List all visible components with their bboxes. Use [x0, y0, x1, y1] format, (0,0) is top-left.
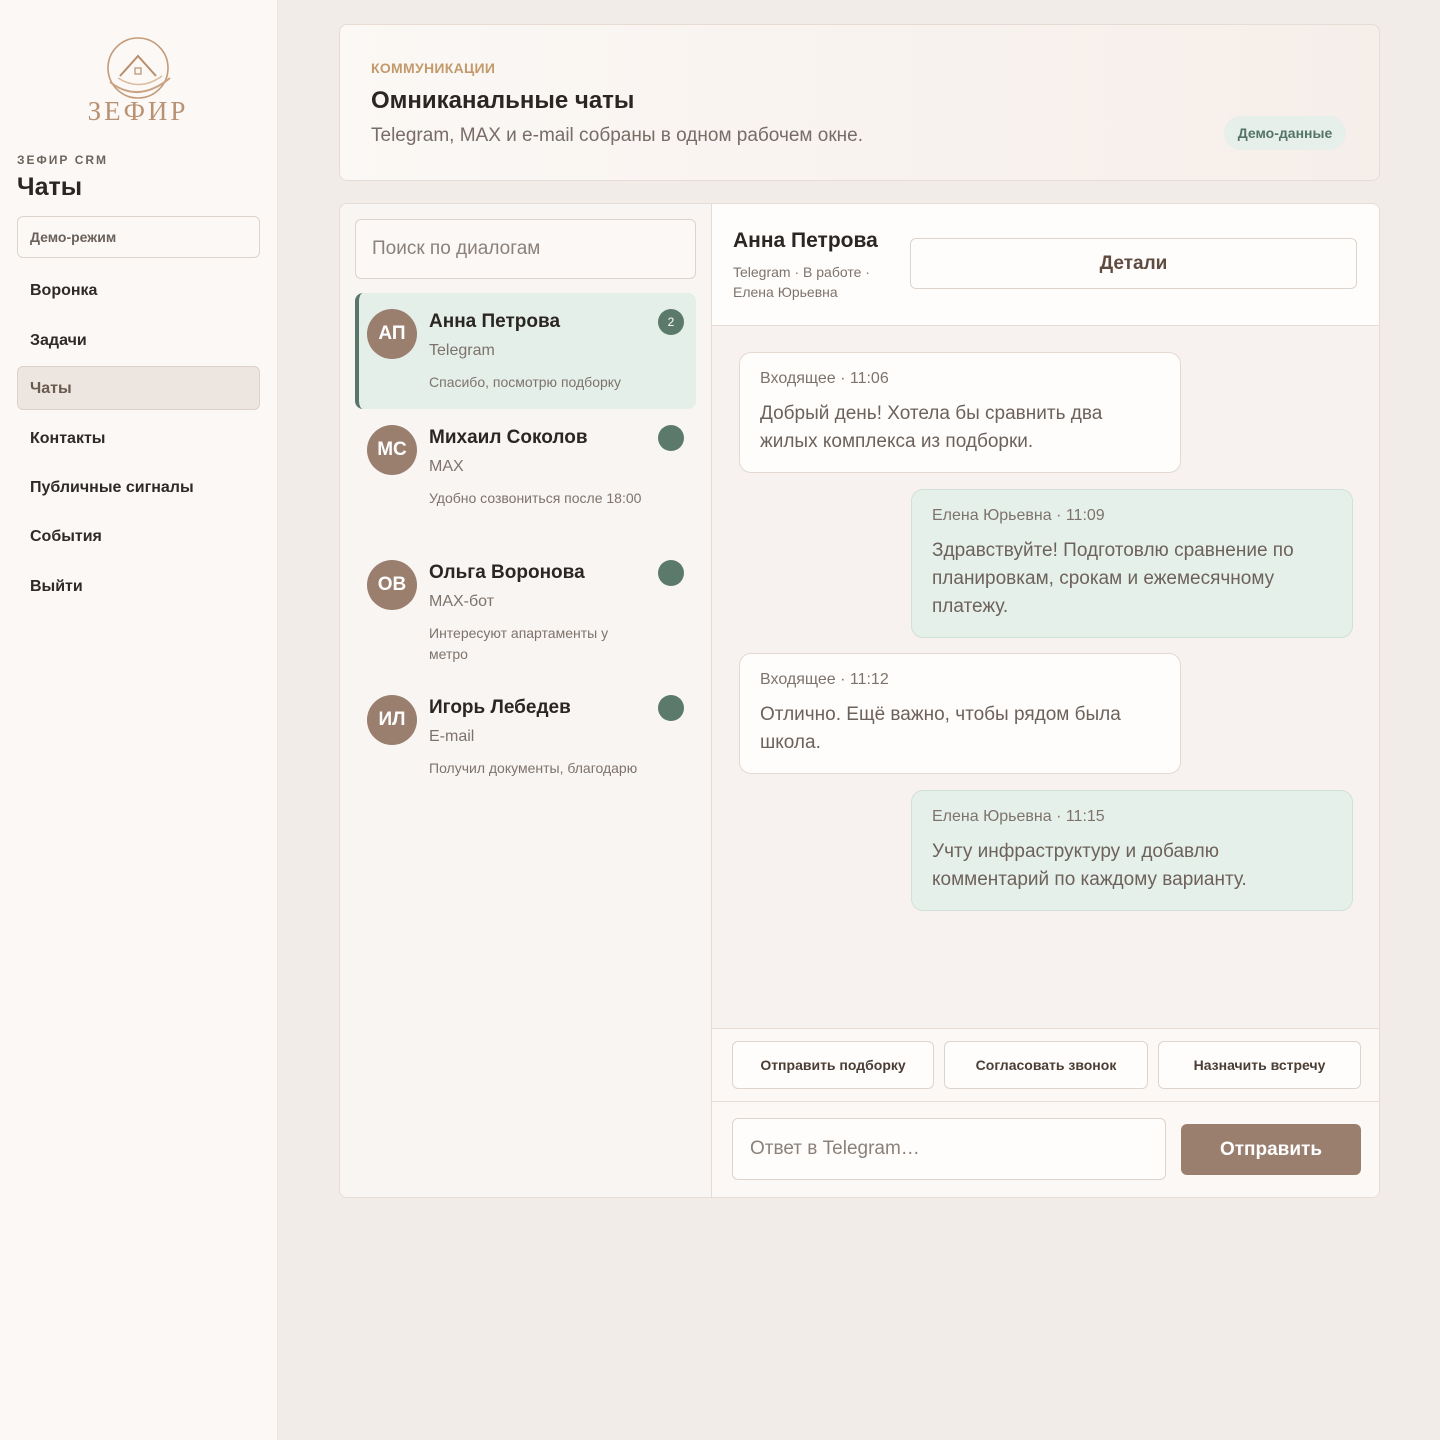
status-dot-icon [658, 560, 684, 586]
dialog-search-input[interactable] [355, 219, 696, 279]
dialog-item-igor[interactable]: ИЛ Игорь Лебедев E-mail Получил документ… [355, 679, 696, 795]
dialog-channel: MAX-бот [429, 593, 495, 610]
message-text: Отлично. Ещё важно, чтобы рядом была шко… [760, 704, 1121, 753]
sidebar-title: Чаты [17, 173, 83, 201]
nav-item-funnel[interactable]: Воронка [17, 268, 260, 312]
message-outgoing: Елена Юрьевна · 11:09 Здравствуйте! Подг… [911, 489, 1353, 638]
dialog-name: Игорь Лебедев [429, 697, 571, 718]
message-meta: Елена Юрьевна · 11:15 [932, 808, 1105, 825]
dialog-channel: MAX [429, 458, 464, 475]
demo-mode-field[interactable]: Демо-режим [17, 216, 260, 258]
message-list: Входящее · 11:06 Добрый день! Хотела бы … [712, 326, 1379, 1028]
dialog-list-pane: АП Анна Петрова Telegram Спасибо, посмот… [340, 204, 712, 1197]
message-text: Здравствуйте! Подготовлю сравнение по пл… [932, 540, 1294, 617]
status-dot-icon [658, 695, 684, 721]
message-outgoing: Елена Юрьевна · 11:15 Учту инфраструктур… [911, 790, 1353, 911]
unread-count-badge: 2 [658, 309, 684, 335]
dialog-item-mikhail[interactable]: МС Михаил Соколов MAX Удобно созвониться… [355, 409, 696, 525]
conversation-meta: Telegram · В работе · Елена Юрьевна [733, 264, 870, 300]
nav-item-public-signals[interactable]: Публичные сигналы [17, 465, 260, 509]
house-logo-icon [107, 37, 171, 99]
brand-label: ЗЕФИР CRM [17, 153, 109, 167]
nav-item-chats[interactable]: Чаты [17, 366, 260, 410]
quick-replies-bar: Отправить подборку Согласовать звонок На… [712, 1028, 1379, 1102]
dialog-item-olga[interactable]: ОВ Ольга Воронова MAX-бот Интересуют апа… [355, 544, 696, 662]
section-eyebrow: КОММУНИКАЦИИ [371, 60, 496, 76]
message-meta: Входящее · 11:06 [760, 370, 889, 387]
dialog-channel: Telegram [429, 342, 495, 359]
nav-item-events[interactable]: События [17, 514, 260, 558]
send-button[interactable]: Отправить [1181, 1124, 1361, 1175]
conversation-contact-name: Анна Петрова [733, 229, 878, 252]
sidebar: ЗЕФИР ЗЕФИР CRM Чаты Демо-режим Воронка … [0, 0, 278, 1440]
demo-data-badge: Демо-данные [1224, 116, 1346, 150]
dialog-preview: Удобно созвониться после 18:00 [429, 490, 642, 506]
reply-composer: Отправить [712, 1102, 1379, 1197]
dialog-name: Михаил Соколов [429, 427, 588, 448]
message-text: Добрый день! Хотела бы сравнить два жилы… [760, 403, 1103, 452]
dialog-preview: Интересуют апартаменты у метро [429, 625, 609, 662]
logo-text: ЗЕФИР [87, 96, 189, 126]
avatar: МС [367, 425, 417, 475]
avatar: ИЛ [367, 695, 417, 745]
send-selection-button[interactable]: Отправить подборку [732, 1041, 934, 1089]
nav-item-contacts[interactable]: Контакты [17, 416, 260, 460]
dialog-item-anna[interactable]: АП Анна Петрова Telegram Спасибо, посмот… [355, 293, 696, 409]
dialog-preview: Спасибо, посмотрю подборку [429, 374, 622, 390]
nav-item-logout[interactable]: Выйти [17, 564, 260, 608]
reply-input[interactable] [732, 1118, 1166, 1180]
agree-call-button[interactable]: Согласовать звонок [944, 1041, 1148, 1089]
avatar: ОВ [367, 560, 417, 610]
page-subtitle: Telegram, MAX и e-mail собраны в одном р… [371, 125, 863, 146]
dialog-channel: E-mail [429, 728, 475, 745]
message-meta: Входящее · 11:12 [760, 671, 889, 688]
details-button[interactable]: Детали [910, 238, 1357, 289]
page-header: КОММУНИКАЦИИ Омниканальные чаты Telegram… [339, 24, 1380, 181]
nav-item-tasks[interactable]: Задачи [17, 318, 260, 362]
message-text: Учту инфраструктуру и добавлю комментари… [932, 841, 1247, 890]
message-meta: Елена Юрьевна · 11:09 [932, 507, 1105, 524]
dialog-preview: Получил документы, благодарю [429, 760, 638, 776]
conversation-header: Анна Петрова Telegram · В работе · Елена… [712, 204, 1379, 326]
chat-workspace: АП Анна Петрова Telegram Спасибо, посмот… [339, 203, 1380, 1198]
status-dot-icon [658, 425, 684, 451]
avatar: АП [367, 309, 417, 359]
message-incoming: Входящее · 11:06 Добрый день! Хотела бы … [739, 352, 1181, 473]
message-incoming: Входящее · 11:12 Отлично. Ещё важно, что… [739, 653, 1181, 774]
zephyr-logo: ЗЕФИР [78, 32, 198, 132]
schedule-meeting-button[interactable]: Назначить встречу [1158, 1041, 1361, 1089]
dialog-name: Ольга Воронова [429, 562, 585, 583]
conversation-pane: Анна Петрова Telegram · В работе · Елена… [712, 204, 1379, 1197]
page-title: Омниканальные чаты [371, 87, 635, 114]
dialog-name: Анна Петрова [429, 311, 561, 332]
